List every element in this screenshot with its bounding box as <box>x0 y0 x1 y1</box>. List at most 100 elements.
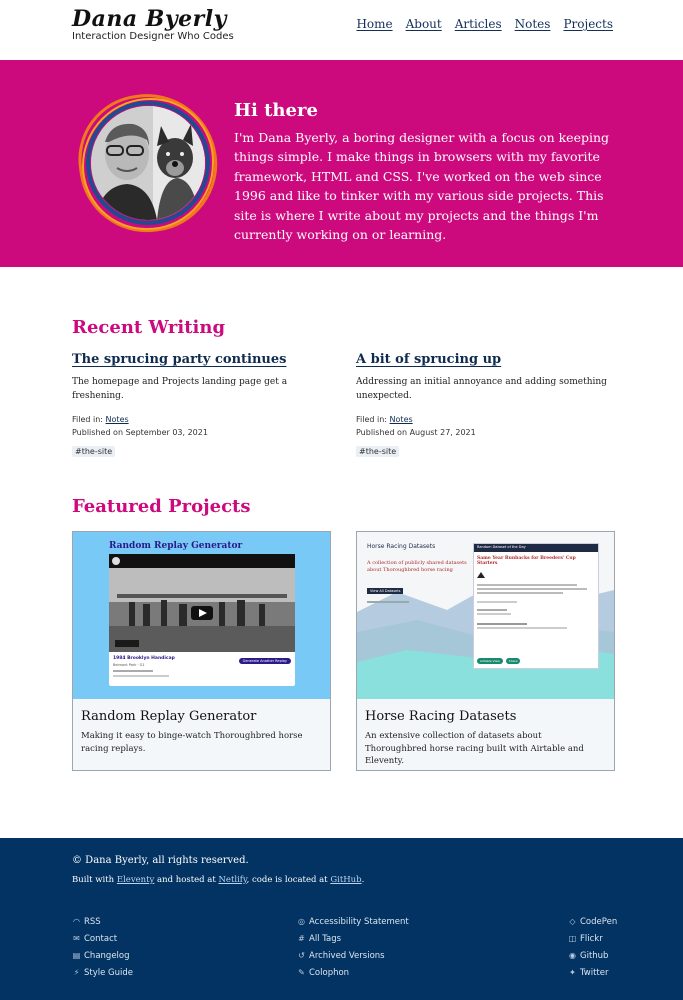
hero-section: Hi there I'm Dana Byerly, a boring desig… <box>0 60 683 267</box>
footer-link-label: Flickr <box>580 933 603 944</box>
profile-photo <box>91 106 205 220</box>
rss-icon: ◠ <box>73 917 80 926</box>
footer-link-tags[interactable]: # All Tags <box>297 930 409 947</box>
project-title[interactable]: Random Replay Generator <box>81 709 256 724</box>
recent-writing-heading: Recent Writing <box>72 317 226 338</box>
thumb-race-sub: Belmont Park · G1 <box>113 663 145 667</box>
thumb-generate-button: Generate Another Replay <box>238 658 291 664</box>
thumb-heading: Random Replay Generator <box>109 541 243 551</box>
footer-link-colophon[interactable]: ✎ Colophon <box>297 964 409 981</box>
published-date: Published on August 27, 2021 <box>356 427 476 437</box>
footer-link-label: Contact <box>84 933 118 944</box>
codepen-icon: ◇ <box>569 917 576 926</box>
thumb-card-bar: Random Dataset of the Day <box>474 544 598 552</box>
footer-link-label: Changelog <box>84 950 130 961</box>
site-footer: © Dana Byerly, all rights reserved. Buil… <box>0 838 683 1000</box>
footer-link-label: CodePen <box>580 916 618 927</box>
site-header: Dana Byerly Interaction Designer Who Cod… <box>0 0 683 60</box>
site-tagline: Interaction Designer Who Codes <box>72 31 234 42</box>
footer-col-site: ◠ RSS ✉ Contact ▤ Changelog ⚡ Style Guide <box>72 913 133 981</box>
footer-link-label: Archived Versions <box>309 950 385 961</box>
post-excerpt: The homepage and Projects landing page g… <box>72 377 288 401</box>
footer-link-label: Colophon <box>309 967 350 978</box>
nav-projects[interactable]: Projects <box>563 17 613 31</box>
post-card: The sprucing party continues The homepag… <box>72 352 330 458</box>
netlify-link[interactable]: Netlify <box>218 875 246 885</box>
footer-link-label: Github <box>580 950 609 961</box>
footer-link-label: Style Guide <box>84 967 134 978</box>
tag-link[interactable]: #the-site <box>356 446 400 457</box>
featured-projects-heading: Featured Projects <box>72 496 251 517</box>
thumb-card-title: Same Year Runbacks for Breeders' Cup Sta… <box>477 556 576 566</box>
project-thumbnail: Random Replay Generator 1984 Brooklyn Ha… <box>73 532 330 699</box>
published-date: Published on September 03, 2021 <box>72 427 208 437</box>
thumb-video-card: 1984 Brooklyn Handicap Belmont Park · G1… <box>109 554 295 686</box>
footer-link-codepen[interactable]: ◇ CodePen <box>568 913 617 930</box>
footer-link-accessibility[interactable]: ◎ Accessibility Statement <box>297 913 409 930</box>
flickr-icon: ◫ <box>568 934 577 943</box>
project-title[interactable]: Horse Racing Datasets <box>365 709 516 724</box>
video-player <box>109 554 295 652</box>
avatar <box>70 85 226 241</box>
project-description: Making it easy to binge-watch Thoroughbr… <box>81 731 303 754</box>
footer-link-label: RSS <box>84 916 101 927</box>
mail-icon: ✉ <box>73 934 80 943</box>
copyright: © Dana Byerly, all rights reserved. <box>72 855 249 866</box>
built-with-text: Built with Eleventy and hosted at Netlif… <box>72 875 364 885</box>
nav-about[interactable]: About <box>406 17 442 31</box>
thumb-heading: Horse Racing Datasets <box>367 543 436 550</box>
built-mid: and hosted at <box>154 875 219 885</box>
tag-link[interactable]: #the-site <box>72 446 116 457</box>
post-card: A bit of sprucing up Addressing an initi… <box>356 352 614 458</box>
nav-home[interactable]: Home <box>356 17 392 31</box>
nav-notes[interactable]: Notes <box>515 17 551 31</box>
footer-link-contact[interactable]: ✉ Contact <box>72 930 133 947</box>
eleventy-link[interactable]: Eleventy <box>117 875 154 885</box>
github-icon: ◉ <box>569 951 576 960</box>
accessibility-icon: ◎ <box>298 917 305 926</box>
footer-link-flickr[interactable]: ◫ Flickr <box>568 930 617 947</box>
project-card-horse-racing-datasets[interactable]: Horse Racing Datasets A collection of pu… <box>356 531 615 771</box>
post-meta: Filed in: Notes Published on September 0… <box>72 414 330 439</box>
footer-link-twitter[interactable]: ✦ Twitter <box>568 964 617 981</box>
footer-link-archived[interactable]: ↺ Archived Versions <box>297 947 409 964</box>
footer-col-social: ◇ CodePen ◫ Flickr ◉ Github ✦ Twitter <box>568 913 617 981</box>
thumb-tagline: A collection of publicly shared datasets… <box>367 560 467 573</box>
thumb-dataset-card: Random Dataset of the Day Same Year Runb… <box>473 543 599 669</box>
thumb-race-name: 1984 Brooklyn Handicap <box>113 656 175 661</box>
post-meta: Filed in: Notes Published on August 27, … <box>356 414 614 439</box>
footer-link-changelog[interactable]: ▤ Changelog <box>72 947 133 964</box>
footer-col-about: ◎ Accessibility Statement # All Tags ↺ Arch… <box>297 913 409 981</box>
footer-link-github[interactable]: ◉ Github <box>568 947 617 964</box>
site-logo[interactable]: Dana Byerly <box>72 6 227 32</box>
thumb-view-button: View All Datasets <box>367 588 404 594</box>
hero-title: Hi there <box>234 100 318 121</box>
nav-articles[interactable]: Articles <box>455 17 502 31</box>
footer-link-style-guide[interactable]: ⚡ Style Guide <box>72 964 133 981</box>
footer-link-rss[interactable]: ◠ RSS <box>72 913 133 930</box>
post-title-link[interactable]: The sprucing party continues <box>72 352 330 367</box>
project-description: An extensive collection of datasets abou… <box>365 731 584 766</box>
post-title-link[interactable]: A bit of sprucing up <box>356 352 614 367</box>
footer-link-label: All Tags <box>309 933 342 944</box>
thumb-chip: Share <box>505 658 521 664</box>
main-nav: Home About Articles Notes Projects <box>356 17 613 31</box>
history-icon: ↺ <box>298 951 305 960</box>
built-mid2: , code is located at <box>246 875 331 885</box>
twitter-icon: ✦ <box>569 968 576 977</box>
filed-label: Filed in: <box>356 415 387 424</box>
filed-category-link[interactable]: Notes <box>106 415 129 424</box>
project-thumbnail: Horse Racing Datasets A collection of pu… <box>357 532 614 699</box>
filed-label: Filed in: <box>72 415 103 424</box>
github-link[interactable]: GitHub <box>330 875 361 885</box>
hero-intro-text: I'm Dana Byerly, a boring designer with … <box>234 130 610 243</box>
built-end: . <box>361 875 365 885</box>
style-icon: ⚡ <box>73 968 80 977</box>
colophon-icon: ✎ <box>298 968 305 977</box>
footer-link-label: Twitter <box>580 967 609 978</box>
hashtag-icon: # <box>298 934 305 943</box>
built-prefix: Built with <box>72 875 117 885</box>
filed-category-link[interactable]: Notes <box>390 415 413 424</box>
thumb-chip: Airtable View <box>477 658 503 664</box>
project-card-random-replay[interactable]: Random Replay Generator 1984 Brooklyn Ha… <box>72 531 331 771</box>
